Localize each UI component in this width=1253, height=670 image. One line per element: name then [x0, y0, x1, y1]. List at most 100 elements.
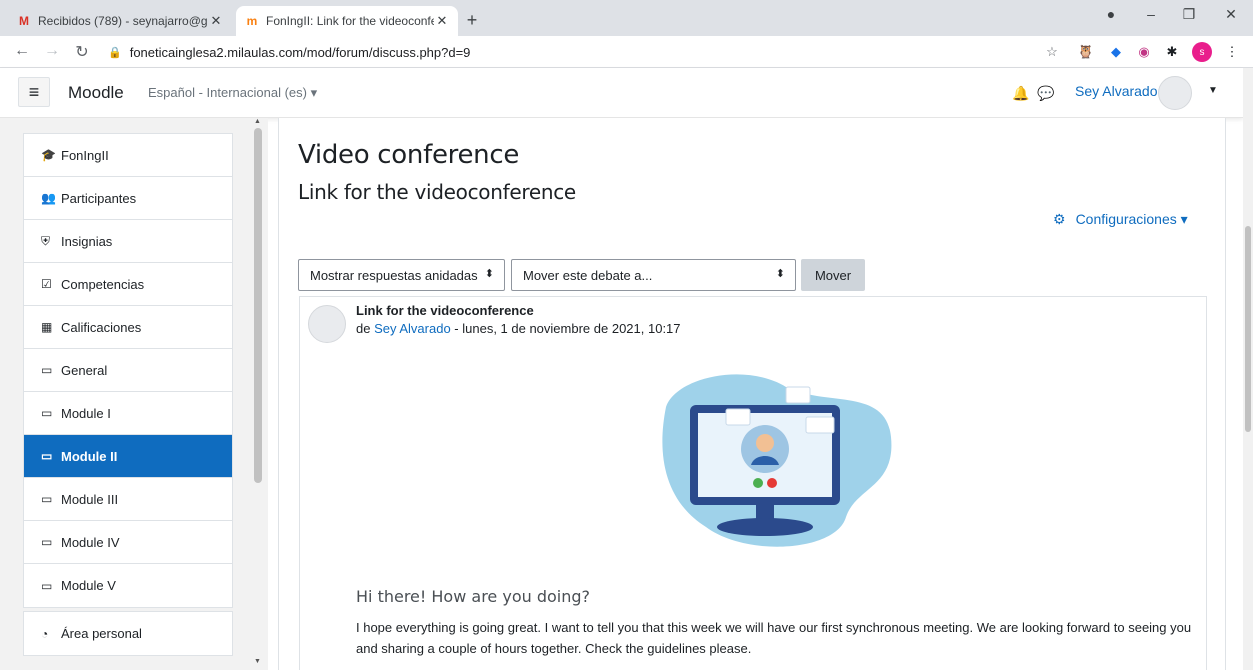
sidebar-item-module-iv[interactable]: ▭ Module IV	[24, 521, 232, 564]
tab-gmail[interactable]: M Recibidos (789) - seynajarro@gm ✕	[8, 6, 232, 36]
sidebar-item-module-i[interactable]: ▭ Module I	[24, 392, 232, 435]
back-icon[interactable]: ←	[12, 42, 32, 60]
page-title: Video conference	[298, 140, 520, 170]
profile-icon[interactable]: ●	[1096, 6, 1126, 22]
puzzle-icon[interactable]: ✱	[1162, 42, 1182, 62]
message-icon[interactable]: 💬	[1037, 85, 1054, 102]
checkbox-icon: ☑	[41, 277, 52, 291]
display-mode-select[interactable]: Mostrar respuestas anidadas ⬍	[298, 259, 505, 291]
course-nav-list: 🎓 FonIngII 👥 Participantes ⛨ Insignias ☑ Compet…	[23, 133, 233, 608]
folder-icon: ▭	[41, 535, 53, 549]
discussion-title: Link for the videoconference	[298, 180, 576, 204]
sidebar-item-label: Module IV	[61, 534, 120, 550]
users-icon: 👥	[41, 191, 56, 205]
extension-owl-icon[interactable]: 🦉	[1076, 42, 1096, 62]
sidebar-item-label: Competencias	[61, 276, 145, 292]
avatar[interactable]	[308, 305, 346, 343]
scroll-down-icon[interactable]: ▼	[254, 658, 261, 665]
post-subject: Link for the videoconference	[356, 303, 534, 318]
moodle-icon: m	[246, 14, 258, 28]
browser-tab-bar: M Recibidos (789) - seynajarro@gm ✕ m Fo…	[0, 0, 1253, 36]
sidebar-item-label: Module III	[61, 491, 119, 507]
user-name[interactable]: Sey Alvarado	[1075, 83, 1158, 99]
hamburger-menu-button[interactable]: ≡	[18, 77, 50, 107]
post-body: I hope everything is going great. I want…	[356, 620, 1192, 656]
tab-title: FonIngII: Link for the videoconfer	[266, 14, 434, 28]
sidebar-item-label: Module V	[61, 578, 116, 593]
sidebar-item-foningii[interactable]: 🎓 FonIngII	[24, 134, 232, 177]
bell-icon[interactable]: 🔔	[1012, 85, 1029, 102]
sidebar-item-label: Calificaciones	[61, 319, 142, 335]
url-text: foneticainglesa2.milaulas.com/mod/forum/…	[129, 44, 471, 60]
by-prefix: de	[356, 321, 375, 336]
site-nav-list: ◔ Área personal	[23, 611, 233, 656]
extension-badge-icon[interactable]: ◆	[1106, 42, 1126, 62]
sidebar-item-label: Insignias	[61, 233, 113, 249]
sidebar-item-label: Module II	[61, 448, 118, 464]
sidebar-item-module-ii[interactable]: ▭ Module II	[24, 435, 232, 478]
lock-icon: 🔒	[108, 46, 122, 59]
folder-icon: ▭	[41, 492, 53, 506]
language-selector[interactable]: Español - Internacional (es) ▾	[148, 85, 317, 101]
sidebar-item-calificaciones[interactable]: ▦ Calificaciones	[24, 306, 232, 349]
avatar[interactable]	[1158, 76, 1192, 110]
forum-post: Link for the videoconference de Sey Alva…	[299, 296, 1207, 670]
shield-icon: ⛨	[41, 233, 51, 248]
site-brand[interactable]: Moodle	[68, 83, 124, 103]
sidebar-item-insignias[interactable]: ⛨ Insignias	[24, 220, 232, 263]
drawer-scrollbar[interactable]: ▲ ▼	[252, 118, 264, 670]
sidebar-item-área-personal[interactable]: ◔ Área personal	[24, 612, 232, 655]
page-scrollbar-thumb[interactable]	[1245, 226, 1251, 432]
post-date: - lunes, 1 de noviembre de 2021, 10:17	[450, 321, 681, 336]
settings-label: Configuraciones ▾	[1075, 211, 1188, 227]
folder-icon: ▭	[41, 363, 53, 377]
graduation-cap-icon: 🎓	[41, 148, 56, 162]
author-link[interactable]: Sey Alvarado	[374, 321, 451, 336]
tab-moodle[interactable]: m FonIngII: Link for the videoconfer ✕	[236, 6, 458, 36]
close-window-button[interactable]: ✕	[1216, 6, 1246, 23]
star-icon[interactable]: ☆	[1042, 42, 1062, 62]
sidebar-item-label: Área personal	[61, 626, 142, 641]
select-arrows-icon: ⬍	[484, 268, 494, 280]
sidebar-item-label: Module I	[61, 405, 111, 421]
display-mode-value: Mostrar respuestas anidadas	[310, 267, 478, 283]
post-byline: de Sey Alvarado - lunes, 1 de noviembre …	[356, 321, 681, 336]
tab-title: Recibidos (789) - seynajarro@gm	[38, 14, 208, 28]
profile-avatar-icon[interactable]: s	[1192, 42, 1212, 62]
move-discussion-select[interactable]: Mover este debate a... ⬍	[511, 259, 796, 291]
sidebar-item-module-v[interactable]: ▭ Module V	[24, 564, 232, 607]
post-greeting: Hi there! How are you doing?	[356, 587, 591, 606]
sidebar-item-general[interactable]: ▭ General	[24, 349, 232, 392]
table-icon: ▦	[41, 320, 53, 334]
drawer-scrollbar-thumb[interactable]	[254, 128, 262, 483]
sidebar-item-module-iii[interactable]: ▭ Module III	[24, 478, 232, 521]
scroll-up-icon[interactable]: ▲	[254, 118, 261, 125]
gmail-icon: M	[19, 14, 29, 28]
tachometer-icon: ◔	[41, 626, 49, 641]
sidebar-item-participantes[interactable]: 👥 Participantes	[24, 177, 232, 220]
new-tab-button[interactable]: +	[462, 10, 482, 31]
sidebar-item-label: Participantes	[61, 190, 137, 206]
restore-button[interactable]: ❐	[1174, 6, 1204, 23]
minimize-button[interactable]: –	[1136, 6, 1166, 22]
move-discussion-value: Mover este debate a...	[523, 267, 653, 283]
folder-icon: ▭	[41, 406, 53, 420]
close-tab-icon[interactable]: ✕	[434, 13, 450, 29]
browser-toolbar: ← → ↻ 🔒 foneticainglesa2.milaulas.com/mo…	[0, 36, 1253, 68]
chevron-down-icon[interactable]: ▼	[1208, 85, 1218, 96]
moodle-navbar: ≡ Moodle Español - Internacional (es) ▾ …	[0, 68, 1243, 118]
close-tab-icon[interactable]: ✕	[208, 13, 224, 29]
menu-dots-icon[interactable]: ⋮	[1222, 42, 1242, 62]
sidebar-item-label: FonIngII	[61, 147, 109, 163]
forward-icon[interactable]: →	[42, 42, 62, 60]
main-content: Video conference Link for the videoconfe…	[278, 118, 1226, 670]
move-button[interactable]: Mover	[801, 259, 865, 291]
reload-icon[interactable]: ↻	[72, 42, 92, 62]
gear-icon: ⚙	[1053, 211, 1066, 227]
folder-icon: ▭	[41, 578, 53, 593]
page-scrollbar[interactable]	[1243, 68, 1253, 670]
settings-menu[interactable]: ⚙ Configuraciones ▾	[1053, 211, 1188, 228]
videoconference-illustration	[662, 374, 892, 547]
extension-circle-icon[interactable]: ◉	[1134, 42, 1154, 62]
sidebar-item-competencias[interactable]: ☑ Competencias	[24, 263, 232, 306]
